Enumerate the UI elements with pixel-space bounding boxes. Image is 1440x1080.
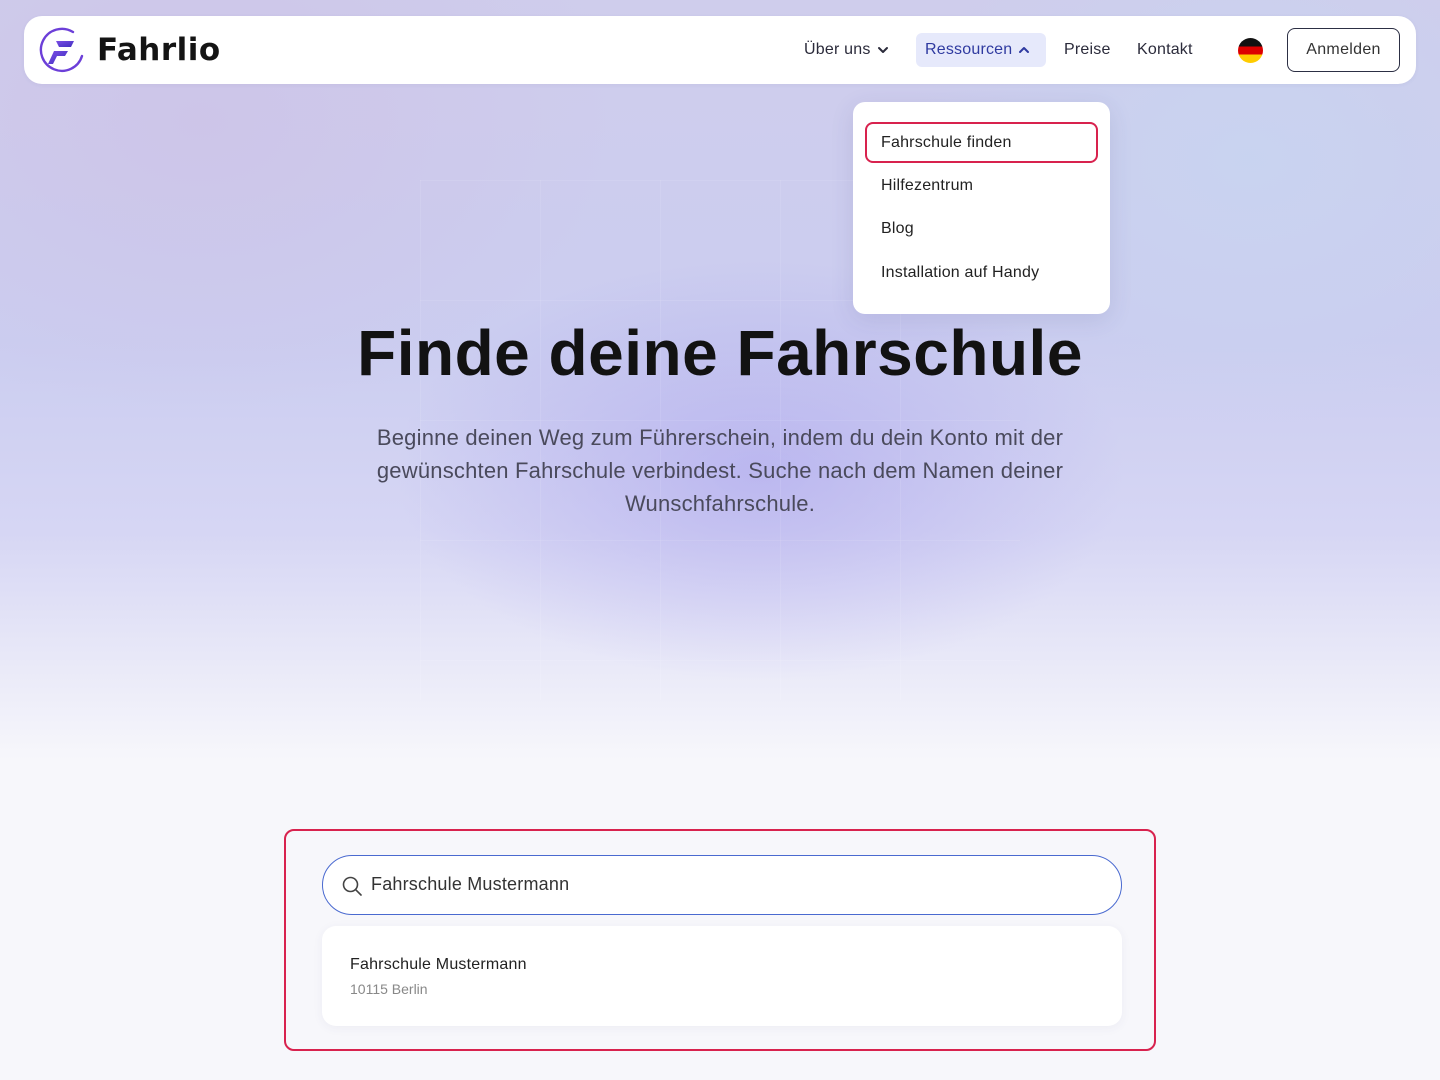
nav-item-label: Kontakt — [1137, 41, 1193, 58]
nav-item-label: Preise — [1064, 41, 1111, 58]
nav-item-label: Ressourcen — [925, 41, 1013, 58]
chevron-down-icon — [877, 47, 888, 53]
search-result-item[interactable]: Fahrschule Mustermann 10115 Berlin — [322, 926, 1122, 1026]
search-input-value: Fahrschule Mustermann — [371, 874, 570, 894]
fahrlio-logo-icon — [39, 27, 84, 73]
nav-item-ueber-uns[interactable]: Über uns — [804, 33, 889, 67]
brand-name: Fahrlio — [97, 32, 221, 68]
nav-item-preise[interactable]: Preise — [1064, 33, 1111, 67]
dropdown-item-installation[interactable]: Installation auf Handy — [881, 261, 1039, 285]
nav-item-label: Über uns — [804, 41, 871, 58]
search-icon — [342, 876, 362, 896]
dropdown-item-blog[interactable]: Blog — [881, 217, 914, 241]
result-school-name: Fahrschule Mustermann — [350, 956, 527, 973]
ressourcen-dropdown-menu: Fahrschule finden Hilfezentrum Blog Inst… — [853, 102, 1110, 314]
page-subtitle: Beginne deinen Weg zum Führerschein, ind… — [376, 425, 1064, 516]
search-panel: Fahrschule Mustermann Fahrschule Musterm… — [284, 829, 1156, 1051]
login-button[interactable]: Anmelden — [1287, 28, 1400, 72]
chevron-up-icon — [1019, 47, 1030, 53]
nav-item-kontakt[interactable]: Kontakt — [1137, 33, 1193, 67]
dropdown-item-hilfezentrum[interactable]: Hilfezentrum — [881, 174, 973, 198]
brand-logo-link[interactable]: Fahrlio — [39, 26, 221, 74]
dropdown-item-fahrschule-finden[interactable]: Fahrschule finden — [881, 131, 1012, 155]
result-school-address: 10115 Berlin — [350, 981, 428, 997]
page-title: Finde deine Fahrschule — [357, 317, 1083, 389]
germany-flag-icon[interactable] — [1238, 38, 1263, 63]
nav-item-ressourcen[interactable]: Ressourcen — [916, 33, 1046, 67]
top-navbar: Fahrlio Über uns Ressourcen Preise Konta… — [24, 16, 1416, 84]
school-search-input[interactable]: Fahrschule Mustermann — [322, 855, 1122, 915]
